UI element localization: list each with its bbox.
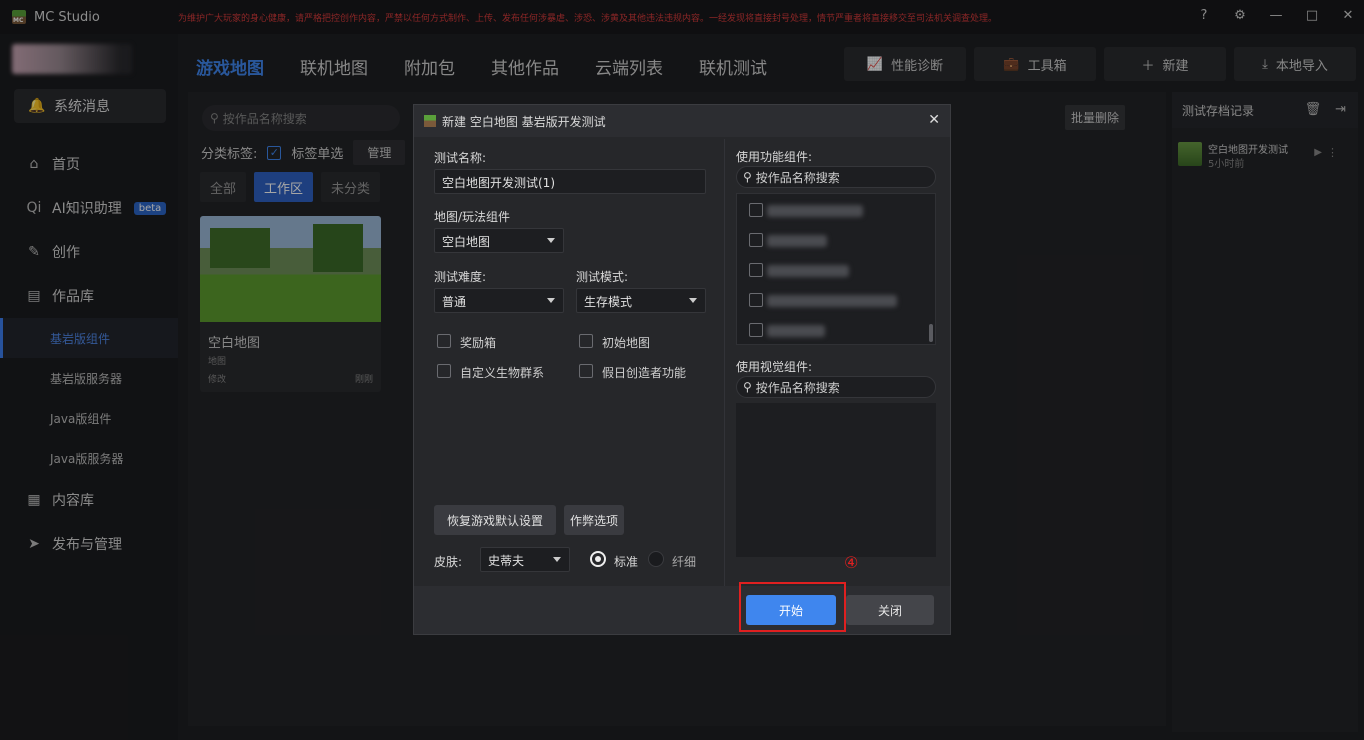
step-number: ④ [844, 553, 859, 572]
visual-components-label: 使用视觉组件: [736, 360, 813, 374]
difficulty-select[interactable]: 普通 [434, 288, 564, 313]
function-components-search[interactable]: ⚲ 按作品名称搜索 [736, 166, 936, 188]
skin-label: 皮肤: [434, 555, 463, 569]
search-icon: ⚲ [743, 380, 752, 394]
map-component-select[interactable]: 空白地图 [434, 228, 564, 253]
test-name-input[interactable]: 空白地图开发测试(1) [434, 169, 706, 194]
cheat-options-button[interactable]: 作弊选项 [564, 505, 624, 535]
bonus-chest-label: 奖励箱 [460, 336, 497, 350]
search-placeholder: 按作品名称搜索 [755, 380, 840, 395]
chevron-down-icon [547, 298, 555, 303]
select-value: 空白地图 [442, 235, 491, 249]
reset-defaults-button[interactable]: 恢复游戏默认设置 [434, 505, 556, 535]
starting-map-checkbox[interactable] [579, 334, 593, 348]
custom-biome-label: 自定义生物群系 [460, 366, 545, 380]
custom-biome-checkbox[interactable] [437, 364, 451, 378]
close-button[interactable]: 关闭 [846, 595, 934, 625]
scrollbar[interactable] [929, 324, 933, 342]
list-item[interactable] [737, 196, 927, 224]
list-item[interactable] [737, 286, 927, 314]
chevron-down-icon [547, 238, 555, 243]
search-placeholder: 按作品名称搜索 [755, 170, 840, 185]
starting-map-label: 初始地图 [602, 336, 651, 350]
skin-slim-label: 纤细 [672, 555, 697, 569]
search-icon: ⚲ [743, 170, 752, 184]
mode-select[interactable]: 生存模式 [576, 288, 706, 313]
test-name-label: 测试名称: [434, 151, 487, 165]
skin-standard-radio[interactable] [590, 551, 606, 567]
skin-select[interactable]: 史蒂夫 [480, 547, 570, 572]
list-item[interactable] [737, 226, 927, 254]
mc-icon [424, 115, 436, 127]
holiday-creator-label: 假日创造者功能 [602, 366, 687, 380]
bonus-chest-checkbox[interactable] [437, 334, 451, 348]
list-item[interactable] [737, 256, 927, 284]
chevron-down-icon [689, 298, 697, 303]
function-components-label: 使用功能组件: [736, 150, 813, 164]
difficulty-label: 测试难度: [434, 270, 487, 284]
close-icon[interactable]: ✕ [928, 112, 940, 128]
new-test-dialog: 新建 空白地图 基岩版开发测试 ✕ 测试名称: 空白地图开发测试(1) 地图/玩… [413, 104, 951, 635]
dialog-title: 新建 空白地图 基岩版开发测试 [442, 114, 606, 129]
chevron-down-icon [553, 557, 561, 562]
highlight-box [739, 582, 846, 632]
dialog-divider [724, 139, 725, 586]
list-item[interactable] [737, 316, 927, 344]
holiday-creator-checkbox[interactable] [579, 364, 593, 378]
select-value: 史蒂夫 [488, 554, 525, 568]
skin-standard-label: 标准 [614, 555, 639, 569]
select-value: 生存模式 [584, 295, 633, 309]
map-component-label: 地图/玩法组件 [434, 210, 511, 224]
select-value: 普通 [442, 295, 467, 309]
skin-slim-radio[interactable] [648, 551, 664, 567]
visual-components-list [736, 403, 936, 557]
function-components-list [736, 193, 936, 345]
visual-components-search[interactable]: ⚲ 按作品名称搜索 [736, 376, 936, 398]
mode-label: 测试模式: [576, 270, 629, 284]
